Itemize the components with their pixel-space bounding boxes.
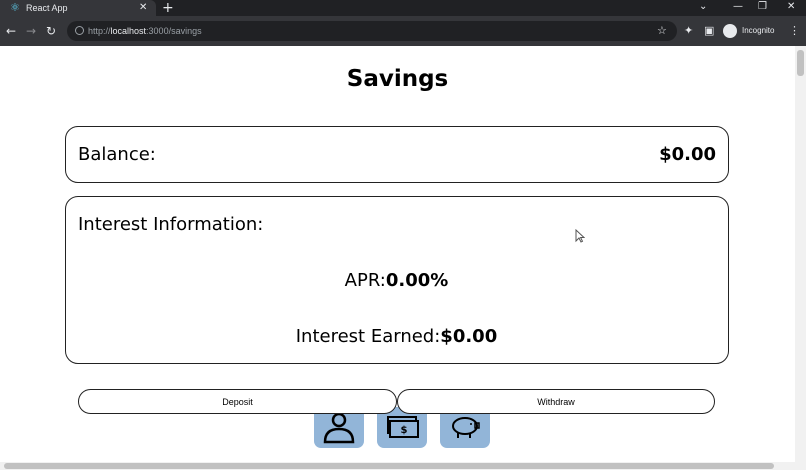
balance-card: Balance: $0.00 [65, 126, 729, 183]
minimize-icon[interactable]: — [733, 0, 743, 14]
kebab-menu-icon[interactable]: ⋮ [789, 22, 800, 40]
balance-value: $0.00 [659, 144, 716, 165]
svg-text:$: $ [401, 425, 408, 436]
react-icon: ⚛ [10, 1, 20, 14]
side-panel-icon[interactable]: ▣ [704, 22, 714, 40]
horizontal-scrollbar[interactable] [0, 462, 806, 470]
apr-line: APR:0.00% [66, 269, 727, 293]
interest-earned-value: $0.00 [440, 326, 498, 347]
tab-title: React App [26, 3, 68, 13]
apr-label: APR: [344, 270, 386, 291]
extensions-icon[interactable]: ✦ [684, 22, 693, 40]
tab-search-icon[interactable]: ⌄ [699, 0, 707, 14]
tab-strip: ⚛ React App ✕ + ⌄ — ❐ ✕ [0, 0, 806, 16]
page-title: Savings [346, 66, 449, 92]
interest-card: Interest Information: APR:0.00% Interest… [65, 196, 729, 364]
interest-heading: Interest Information: [78, 214, 264, 235]
address-bar[interactable]: http://localhost:3000/savings ☆ [67, 21, 677, 41]
page-viewport: Savings Balance: $0.00 Interest Informat… [0, 46, 795, 462]
browser-tab[interactable]: ⚛ React App ✕ [0, 0, 156, 16]
incognito-icon[interactable] [723, 24, 737, 38]
deposit-button[interactable]: Deposit [78, 389, 397, 414]
restore-icon[interactable]: ❐ [758, 0, 767, 14]
close-window-icon[interactable]: ✕ [787, 0, 795, 14]
close-tab-icon[interactable]: ✕ [139, 0, 147, 16]
url-host: localhost [110, 26, 147, 36]
interest-earned-label: Interest Earned: [295, 326, 441, 347]
back-arrow-icon[interactable]: ← [6, 22, 16, 40]
bookmark-star-icon[interactable]: ☆ [657, 21, 667, 41]
reload-icon[interactable]: ↻ [46, 22, 56, 40]
mouse-cursor-icon [575, 229, 585, 243]
browser-toolbar: ← → ↻ http://localhost:3000/savings ☆ ✦ … [0, 16, 806, 46]
info-icon[interactable] [75, 26, 84, 35]
url-scheme: http:// [88, 26, 111, 36]
apr-value: 0.00% [385, 270, 449, 291]
url-path: :3000/savings [146, 26, 202, 36]
horizontal-scroll-thumb[interactable] [4, 463, 774, 469]
forward-arrow-icon[interactable]: → [26, 22, 36, 40]
vertical-scrollbar[interactable] [795, 46, 806, 462]
withdraw-button[interactable]: Withdraw [397, 389, 715, 414]
balance-label: Balance: [78, 144, 156, 165]
new-tab-icon[interactable]: + [162, 0, 174, 16]
interest-earned-line: Interest Earned:$0.00 [66, 325, 727, 349]
url-text[interactable]: http://localhost:3000/savings [88, 21, 202, 41]
vertical-scroll-thumb[interactable] [797, 50, 804, 76]
incognito-label[interactable]: Incognito [742, 16, 774, 46]
